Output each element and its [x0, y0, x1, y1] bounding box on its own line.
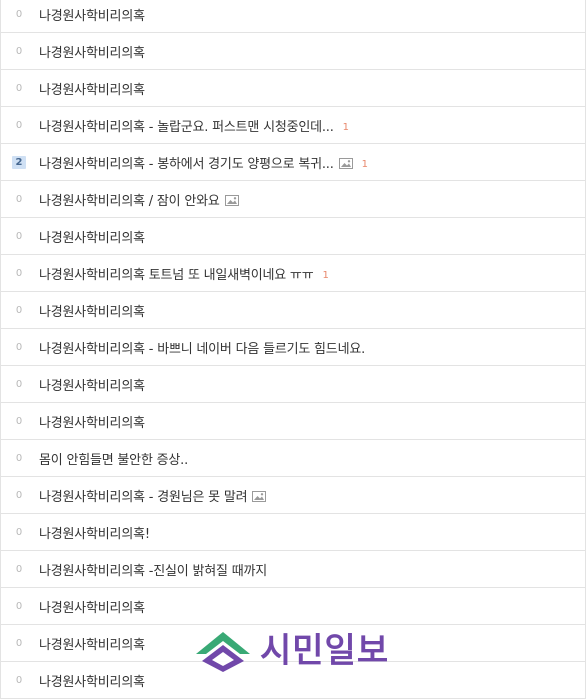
post-title-text: 나경원사학비리의혹 — [39, 304, 145, 320]
post-title-link[interactable]: 나경원사학비리의혹 - 바쁘니 네이버 다음 들르기도 힘드네요. — [39, 338, 365, 357]
post-title-link[interactable]: 나경원사학비리의혹 — [39, 671, 145, 690]
post-title-link[interactable]: 나경원사학비리의혹 — [39, 597, 145, 616]
post-row[interactable]: 0 나경원사학비리의혹 — [0, 33, 586, 70]
post-row[interactable]: 2 나경원사학비리의혹 - 봉하에서 경기도 양평으로 복귀... 1 — [0, 144, 586, 181]
post-row[interactable]: 0 나경원사학비리의혹! — [0, 514, 586, 551]
post-title-text: 나경원사학비리의혹 — [39, 8, 145, 24]
post-title-link[interactable]: 나경원사학비리의혹 — [39, 301, 145, 320]
post-row[interactable]: 0 나경원사학비리의혹 — [0, 403, 586, 440]
comment-count[interactable]: 1 — [322, 270, 328, 281]
post-row[interactable]: 0 나경원사학비리의혹 토트넘 또 내일새벽이네요 ㅠㅠ 1 — [0, 255, 586, 292]
post-title-text: 나경원사학비리의혹 / 잠이 안와요 — [39, 193, 220, 209]
post-title-link[interactable]: 나경원사학비리의혹 — [39, 79, 145, 98]
post-title-link[interactable]: 나경원사학비리의혹 — [39, 227, 145, 246]
image-attachment-icon — [224, 194, 239, 206]
post-title-link[interactable]: 나경원사학비리의혹 - 봉하에서 경기도 양평으로 복귀... 1 — [39, 153, 368, 172]
view-count: 0 — [15, 82, 23, 94]
post-row[interactable]: 0 몸이 안힘들면 불안한 증상.. — [0, 440, 586, 477]
comment-count[interactable]: 1 — [362, 159, 368, 170]
view-count: 0 — [15, 452, 23, 464]
post-title-link[interactable]: 나경원사학비리의혹 토트넘 또 내일새벽이네요 ㅠㅠ 1 — [39, 264, 329, 283]
post-list: 0 나경원사학비리의혹 0 나경원사학비리의혹 0 나경원사학비리의혹 0 나경원사학비리의혹… — [0, 0, 586, 699]
post-title-link[interactable]: 나경원사학비리의혹 -진실이 밝혀질 때까지 — [39, 560, 267, 579]
post-title-link[interactable]: 나경원사학비리의혹 / 잠이 안와요 — [39, 190, 239, 209]
post-title-link[interactable]: 나경원사학비리의혹 - 놀랍군요. 퍼스트맨 시청중인데... 1 — [39, 116, 349, 135]
post-title-text: 나경원사학비리의혹 - 놀랍군요. 퍼스트맨 시청중인데... — [39, 119, 334, 135]
post-title-text: 나경원사학비리의혹 — [39, 378, 145, 394]
watermark-text: 시민일보 — [260, 631, 390, 671]
view-count: 0 — [15, 674, 23, 686]
post-title-text: 나경원사학비리의혹 토트넘 또 내일새벽이네요 ㅠㅠ — [39, 267, 314, 283]
post-title-link[interactable]: 나경원사학비리의혹 — [39, 634, 145, 653]
post-row[interactable]: 0 나경원사학비리의혹 — [0, 292, 586, 329]
view-count: 0 — [15, 304, 23, 316]
view-count: 0 — [15, 341, 23, 353]
post-row[interactable]: 0 나경원사학비리의혹 - 놀랍군요. 퍼스트맨 시청중인데... 1 — [0, 107, 586, 144]
post-row[interactable]: 0 나경원사학비리의혹 - 경원님은 못 말려 — [0, 477, 586, 514]
view-count: 0 — [15, 45, 23, 57]
post-row[interactable]: 0 나경원사학비리의혹 — [0, 588, 586, 625]
post-title-text: 나경원사학비리의혹 — [39, 674, 145, 690]
post-title-link[interactable]: 나경원사학비리의혹! — [39, 523, 150, 542]
post-title-link[interactable]: 나경원사학비리의혹 — [39, 5, 145, 24]
post-title-text: 나경원사학비리의혹 - 봉하에서 경기도 양평으로 복귀... — [39, 156, 334, 172]
view-count: 2 — [12, 155, 26, 169]
view-count: 0 — [15, 378, 23, 390]
post-title-link[interactable]: 나경원사학비리의혹 - 경원님은 못 말려 — [39, 486, 267, 505]
logo-emblem-icon — [196, 632, 250, 672]
post-row[interactable]: 0 나경원사학비리의혹 - 바쁘니 네이버 다음 들르기도 힘드네요. — [0, 329, 586, 366]
image-attachment-icon — [338, 157, 353, 169]
post-title-text: 나경원사학비리의혹 - 경원님은 못 말려 — [39, 489, 248, 505]
view-count: 0 — [15, 526, 23, 538]
view-count: 0 — [15, 8, 23, 20]
post-title-link[interactable]: 나경원사학비리의혹 — [39, 42, 145, 61]
post-title-text: 나경원사학비리의혹 -진실이 밝혀질 때까지 — [39, 563, 267, 579]
post-row[interactable]: 0 나경원사학비리의혹 — [0, 70, 586, 107]
post-title-text: 나경원사학비리의혹 — [39, 45, 145, 61]
image-attachment-icon — [252, 490, 267, 502]
post-title-text: 나경원사학비리의혹 - 바쁘니 네이버 다음 들르기도 힘드네요. — [39, 341, 366, 357]
view-count: 0 — [15, 119, 23, 131]
view-count: 0 — [15, 230, 23, 242]
view-count: 0 — [15, 267, 23, 279]
view-count: 0 — [15, 489, 23, 501]
post-title-link[interactable]: 나경원사학비리의혹 — [39, 412, 145, 431]
post-title-link[interactable]: 나경원사학비리의혹 — [39, 375, 145, 394]
view-count: 0 — [15, 600, 23, 612]
view-count: 0 — [15, 637, 23, 649]
post-title-text: 나경원사학비리의혹 — [39, 637, 145, 653]
comment-count[interactable]: 1 — [343, 122, 349, 133]
watermark-logo: 시민일보 — [192, 628, 397, 674]
post-title-text: 몸이 안힘들면 불안한 증상.. — [39, 452, 189, 468]
post-row[interactable]: 0 나경원사학비리의혹 — [0, 0, 586, 33]
post-title-text: 나경원사학비리의혹 — [39, 600, 145, 616]
post-row[interactable]: 0 나경원사학비리의혹 -진실이 밝혀질 때까지 — [0, 551, 586, 588]
view-count: 0 — [15, 193, 23, 205]
view-count: 0 — [15, 563, 23, 575]
post-row[interactable]: 0 나경원사학비리의혹 — [0, 218, 586, 255]
post-title-text: 나경원사학비리의혹 — [39, 415, 145, 431]
post-title-text: 나경원사학비리의혹 — [39, 82, 145, 98]
post-row[interactable]: 0 나경원사학비리의혹 — [0, 366, 586, 403]
post-row[interactable]: 0 나경원사학비리의혹 / 잠이 안와요 — [0, 181, 586, 218]
post-title-link[interactable]: 몸이 안힘들면 불안한 증상.. — [39, 449, 188, 468]
view-count: 0 — [15, 415, 23, 427]
post-title-text: 나경원사학비리의혹! — [39, 526, 150, 542]
post-title-text: 나경원사학비리의혹 — [39, 230, 145, 246]
